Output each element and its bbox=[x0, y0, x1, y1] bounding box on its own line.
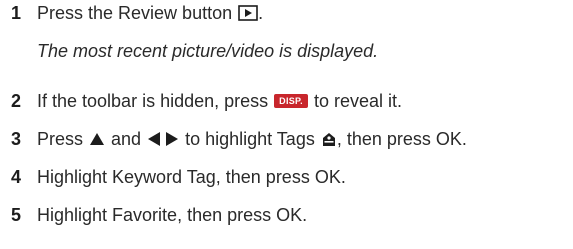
step-3: 3 Press and to highlight Tags , then pre… bbox=[11, 128, 467, 150]
step-number: 5 bbox=[11, 205, 22, 225]
step-2: 2 If the toolbar is hidden, press DISP. … bbox=[11, 90, 402, 112]
review-play-icon bbox=[238, 5, 258, 21]
up-arrow-icon bbox=[89, 132, 105, 146]
step-text: Highlight Keyword Tag, then press OK. bbox=[37, 167, 346, 187]
instruction-page: 1 Press the Review button . The most rec… bbox=[0, 0, 573, 249]
step-text: Press the Review button . bbox=[37, 2, 263, 24]
left-right-arrows-icon bbox=[147, 131, 179, 147]
step-number: 2 bbox=[11, 91, 22, 111]
step-text-mid2: to highlight Tags bbox=[185, 129, 315, 149]
step-text: Press and to highlight Tags , then press… bbox=[37, 128, 467, 150]
step-number: 4 bbox=[11, 167, 22, 187]
step-1: 1 Press the Review button . bbox=[11, 2, 263, 24]
step-text-before: If the toolbar is hidden, press bbox=[37, 91, 269, 111]
step-text: Highlight Favorite, then press OK. bbox=[37, 205, 308, 225]
disp-button-icon: DISP. bbox=[274, 94, 308, 108]
step-text-after: , then press OK. bbox=[336, 129, 467, 149]
step-4: 4 Highlight Keyword Tag, then press OK. bbox=[11, 166, 346, 188]
step-5: 5 Highlight Favorite, then press OK. bbox=[11, 204, 307, 226]
step-text-before: Press bbox=[37, 129, 84, 149]
step-number: 1 bbox=[11, 3, 22, 23]
step-text-after: . bbox=[258, 3, 264, 23]
step-1-note: The most recent picture/video is display… bbox=[37, 41, 379, 61]
step-text-after: to reveal it. bbox=[314, 91, 403, 111]
step-number: 3 bbox=[11, 129, 22, 149]
tag-icon bbox=[321, 131, 337, 147]
step-text-mid: and bbox=[111, 129, 142, 149]
step-text: If the toolbar is hidden, press DISP. to… bbox=[37, 90, 402, 112]
step-text-before: Press the Review button bbox=[37, 3, 233, 23]
